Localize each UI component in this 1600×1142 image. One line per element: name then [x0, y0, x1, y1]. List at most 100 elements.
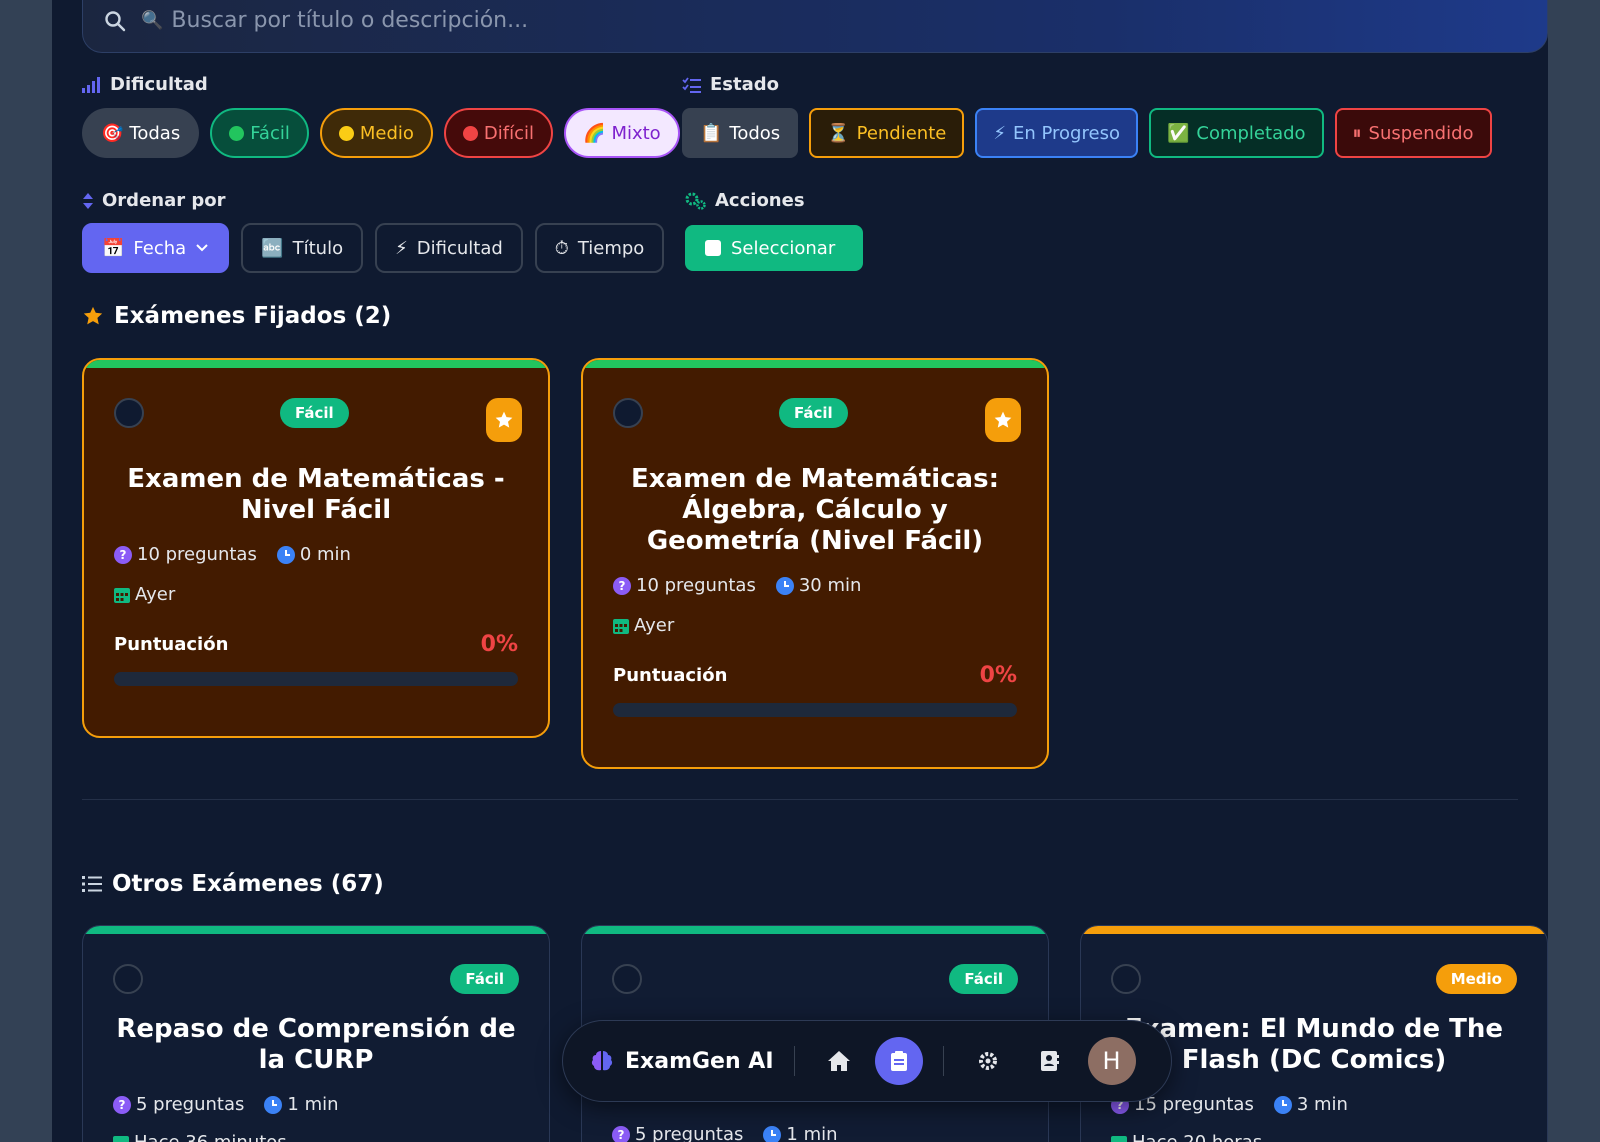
filter-status-in-progress[interactable]: ⚡ En Progreso: [975, 108, 1138, 158]
search-input[interactable]: Buscar por título o descripción...: [171, 8, 528, 33]
clock-icon: [276, 545, 295, 564]
sort-by-difficulty-button[interactable]: ⚡ Dificultad: [375, 223, 523, 273]
star-icon: [495, 411, 513, 428]
filter-difficulty-hard[interactable]: Difícil: [443, 108, 554, 158]
select-checkbox[interactable]: [1111, 964, 1141, 994]
filter-difficulty-mixed[interactable]: 🌈 Mixto: [564, 108, 680, 158]
exam-date: Hace 36 minutos: [134, 1132, 287, 1142]
question-count: 5 preguntas: [635, 1124, 744, 1142]
user-avatar[interactable]: H: [1087, 1037, 1136, 1085]
pinned-exam-card[interactable]: Fácil Examen de Matemáticas: Álgebra, Cá…: [581, 358, 1049, 769]
main-panel: 🔍 Buscar por título o descripción... Dif…: [52, 0, 1548, 1142]
clock-icon: [775, 576, 794, 595]
floating-nav-dock: ExamGen AI H: [562, 1020, 1172, 1102]
question-count: 10 preguntas: [636, 575, 756, 596]
score-label: Puntuación: [613, 665, 728, 686]
lightning-icon: ⚡: [395, 237, 408, 259]
checkbox-icon: [705, 240, 721, 256]
brain-icon: [591, 1051, 613, 1071]
lightning-icon: ⚡: [993, 122, 1006, 144]
clipboard-icon: [890, 1051, 907, 1071]
sort-by-date-button[interactable]: 📅 Fecha: [82, 223, 230, 273]
pinned-section-title: Exámenes Fijados (2): [82, 303, 391, 329]
exam-card[interactable]: Fácil Repaso de Comprensión de la CURP ?…: [82, 925, 550, 1142]
status-label: Estado: [682, 74, 779, 95]
calendar-icon: [1111, 1136, 1127, 1142]
select-checkbox[interactable]: [612, 964, 642, 994]
difficulty-badge: Fácil: [949, 964, 1018, 994]
score-progress-bar: [114, 672, 518, 686]
filter-status-all[interactable]: 📋 Todos: [682, 108, 799, 158]
difficulty-badge: Fácil: [779, 398, 848, 428]
unpin-star-button[interactable]: [985, 398, 1021, 442]
sort-label: Ordenar por: [82, 190, 226, 211]
score-progress-bar: [613, 703, 1017, 717]
red-dot-icon: [462, 125, 478, 141]
sort-icon: [83, 192, 93, 209]
pause-icon: ⏸: [1352, 122, 1362, 144]
checklist-icon: [682, 76, 701, 93]
filter-status-suspended[interactable]: ⏸ Suspendido: [1334, 108, 1492, 158]
gears-icon: [685, 192, 706, 210]
calendar-icon: [613, 619, 629, 634]
home-icon: [827, 1051, 850, 1071]
calendar-icon: [114, 588, 130, 603]
sort-options: 📅 Fecha 🔤 Título ⚡ Dificultad ⏱ Tiempo: [82, 223, 665, 273]
sort-by-time-button[interactable]: ⏱ Tiempo: [534, 223, 665, 273]
status-filters: 📋 Todos ⏳ Pendiente ⚡ En Progreso ✅ Completa…: [682, 108, 1492, 158]
filter-difficulty-all[interactable]: 🎯 Todas: [82, 108, 200, 158]
filter-difficulty-easy[interactable]: Fácil: [210, 108, 309, 158]
nav-contacts[interactable]: [1026, 1037, 1074, 1085]
time-limit: 0 min: [299, 544, 351, 565]
rainbow-icon: 🌈: [583, 122, 606, 144]
stopwatch-icon: ⏱: [554, 237, 569, 259]
green-dot-icon: [229, 125, 245, 141]
check-mark-icon: ✅: [1166, 122, 1190, 144]
others-section-title: Otros Exámenes (67): [82, 871, 384, 897]
search-bar[interactable]: 🔍 Buscar por título o descripción...: [82, 0, 1548, 53]
unpin-star-button[interactable]: [486, 398, 522, 442]
filter-status-completed[interactable]: ✅ Completado: [1148, 108, 1324, 158]
sort-by-title-button[interactable]: 🔤 Título: [241, 223, 364, 273]
time-limit: 3 min: [1296, 1094, 1348, 1115]
question-icon: ?: [114, 545, 132, 564]
difficulty-badge: Fácil: [450, 964, 519, 994]
question-count: 5 preguntas: [136, 1094, 245, 1115]
select-button[interactable]: Seleccionar: [685, 225, 863, 271]
brand-name: ExamGen AI: [625, 1048, 774, 1074]
select-checkbox[interactable]: [113, 964, 143, 994]
select-checkbox[interactable]: [613, 398, 643, 428]
score-label: Puntuación: [114, 634, 229, 655]
exam-date: Hace 20 horas: [1132, 1132, 1262, 1142]
exam-title: Repaso de Comprensión de la CURP: [116, 1014, 516, 1075]
clock-icon: [1273, 1095, 1292, 1114]
hourglass-icon: ⏳: [827, 122, 850, 144]
settings-icon: [978, 1052, 997, 1070]
star-icon: [83, 306, 103, 325]
question-count: 10 preguntas: [137, 544, 257, 565]
signal-bars-icon: [82, 76, 100, 93]
question-icon: ?: [113, 1095, 131, 1114]
nav-exams[interactable]: [874, 1037, 923, 1085]
exam-title: Examen de Matemáticas - Nivel Fácil: [127, 464, 505, 525]
filter-difficulty-medium[interactable]: Medio: [319, 108, 433, 158]
select-checkbox[interactable]: [114, 398, 144, 428]
abc-icon: 🔤: [261, 237, 284, 259]
search-icon: [105, 10, 126, 31]
difficulty-badge: Fácil: [280, 398, 349, 428]
exam-date: Ayer: [634, 615, 675, 636]
pinned-exam-card[interactable]: Fácil Examen de Matemáticas - Nivel Fáci…: [82, 358, 550, 738]
clock-icon: [763, 1125, 782, 1142]
calendar-icon: [113, 1136, 129, 1142]
nav-home[interactable]: [815, 1037, 863, 1085]
brand[interactable]: ExamGen AI: [589, 1048, 774, 1074]
difficulty-badge: Medio: [1435, 964, 1517, 994]
star-icon: [994, 411, 1012, 428]
contacts-icon: [1040, 1051, 1059, 1071]
filter-status-pending[interactable]: ⏳ Pendiente: [809, 108, 965, 158]
clock-icon: [264, 1095, 283, 1114]
chevron-down-icon: [196, 244, 208, 252]
nav-settings[interactable]: [964, 1037, 1012, 1085]
magnifier-emoji-icon: 🔍: [141, 10, 164, 31]
clipboard-icon: 📋: [700, 122, 723, 144]
